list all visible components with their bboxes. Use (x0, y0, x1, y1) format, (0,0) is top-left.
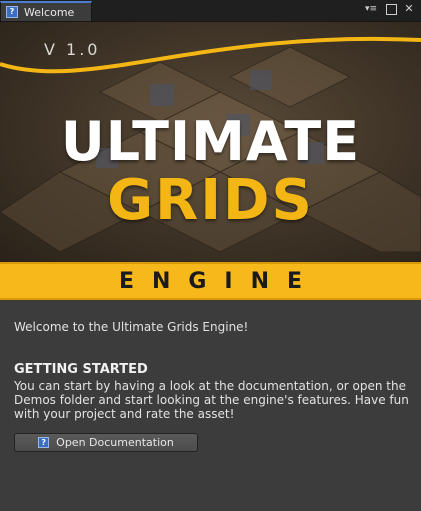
help-book-icon: ? (38, 437, 50, 448)
open-documentation-button[interactable]: ? Open Documentation (14, 433, 198, 452)
engine-banner: ENGINE (0, 262, 421, 300)
close-icon[interactable]: ✕ (403, 3, 415, 15)
help-book-icon: ? (6, 6, 18, 18)
context-menu-icon[interactable]: ▾≡ (362, 3, 380, 15)
tab-label: Welcome (24, 5, 75, 19)
tab-strip: ? Welcome ▾≡ ✕ (0, 0, 421, 22)
getting-started-heading: GETTING STARTED (14, 362, 148, 377)
title-grids: GRIDS (107, 168, 314, 233)
getting-started-text: You can start by having a look at the do… (14, 379, 409, 421)
window-controls: ▾≡ ✕ (362, 3, 415, 15)
title-ultimate: ULTIMATE (60, 110, 361, 173)
maximize-icon[interactable] (386, 3, 397, 15)
version-label: V 1.0 (44, 40, 101, 59)
welcome-text: Welcome to the Ultimate Grids Engine! (14, 320, 249, 334)
tab-welcome[interactable]: ? Welcome (0, 1, 92, 21)
hero-banner: V 1.0 ULTIMATE GRIDS (0, 22, 421, 262)
button-label: Open Documentation (56, 436, 174, 449)
